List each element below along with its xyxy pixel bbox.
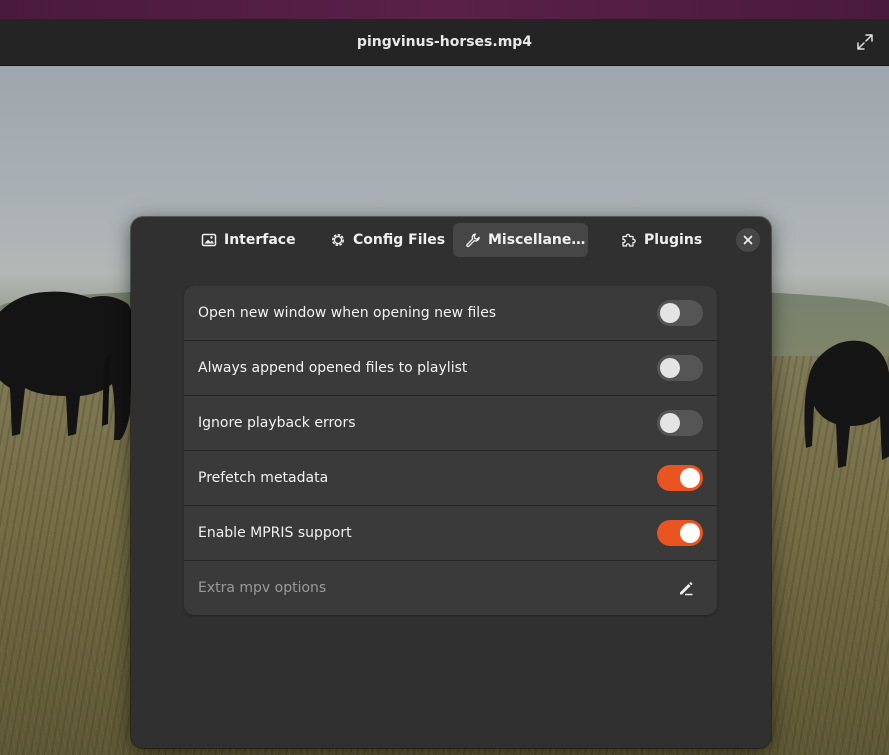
extra-mpv-options-placeholder: Extra mpv options [198,580,327,596]
preferences-dialog: Interface Config Files Miscellane… Plugi… [131,217,771,748]
gear-icon [332,234,344,246]
tab-interface-label: Interface [224,232,296,248]
video-horse-right [804,340,889,468]
tab-miscellaneous-label: Miscellane… [488,232,586,248]
tab-config-files-label: Config Files [353,232,446,248]
setting-label-prefetch-metadata: Prefetch metadata [198,470,329,486]
fullscreen-button[interactable] [855,32,875,52]
switch-knob [660,303,680,323]
header-bar: pingvinus-horses.mp4 [0,19,889,66]
video-horse-left [0,291,136,440]
tab-miscellaneous[interactable]: Miscellane… [453,223,588,257]
setting-label-enable-mpris: Enable MPRIS support [198,525,352,541]
switch-knob [660,358,680,378]
video-player-window: pingvinus-horses.mp4 Interface Config Fi… [0,19,889,755]
tab-plugins-label: Plugins [644,232,703,248]
switch-knob [660,413,680,433]
prefetch-metadata-switch[interactable] [657,465,703,491]
puzzle-icon [622,233,636,247]
tab-interface[interactable]: Interface [189,223,301,257]
setting-row-prefetch-metadata[interactable]: Prefetch metadata [184,451,717,506]
setting-label-ignore-playback-errors: Ignore playback errors [198,415,356,431]
append-to-playlist-switch[interactable] [657,355,703,381]
setting-row-append-to-playlist[interactable]: Always append opened files to playlist [184,341,717,396]
close-icon [743,235,753,245]
tab-plugins[interactable]: Plugins [609,223,705,257]
video-area[interactable]: Interface Config Files Miscellane… Plugi… [0,66,889,755]
close-dialog-button[interactable] [736,228,760,252]
switch-knob [680,523,700,543]
open-new-window-switch[interactable] [657,300,703,326]
setting-label-append-to-playlist: Always append opened files to playlist [198,360,468,376]
setting-row-open-new-window[interactable]: Open new window when opening new files [184,286,717,341]
edit-icon[interactable] [677,579,695,597]
preferences-tabs: Interface Config Files Miscellane… Plugi… [131,223,771,257]
fullscreen-icon [857,34,873,50]
image-icon [201,233,217,247]
desktop-top-bar [0,0,889,19]
wrench-icon [466,233,480,248]
enable-mpris-switch[interactable] [657,520,703,546]
setting-row-extra-mpv-options[interactable]: Extra mpv options [184,561,717,615]
misc-settings-list: Open new window when opening new files A… [184,286,717,615]
setting-row-enable-mpris[interactable]: Enable MPRIS support [184,506,717,561]
setting-label-open-new-window: Open new window when opening new files [198,305,497,321]
setting-row-ignore-playback-errors[interactable]: Ignore playback errors [184,396,717,451]
tab-config-files[interactable]: Config Files [318,223,446,257]
ignore-playback-errors-switch[interactable] [657,410,703,436]
window-title: pingvinus-horses.mp4 [356,34,533,50]
switch-knob [680,468,700,488]
